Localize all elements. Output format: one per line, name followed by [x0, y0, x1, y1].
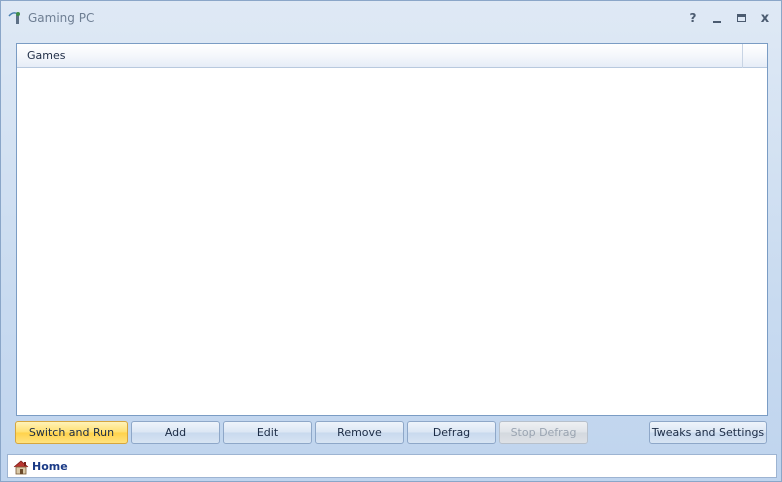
- title-bar[interactable]: Gaming PC ? x: [1, 1, 781, 37]
- stop-defrag-button: Stop Defrag: [499, 421, 588, 444]
- column-header-games[interactable]: Games: [17, 44, 743, 68]
- add-button[interactable]: Add: [131, 421, 220, 444]
- games-list-body[interactable]: [17, 69, 767, 415]
- help-button[interactable]: ?: [684, 9, 702, 27]
- edit-button[interactable]: Edit: [223, 421, 312, 444]
- minimize-button[interactable]: [708, 9, 726, 27]
- remove-button[interactable]: Remove: [315, 421, 404, 444]
- tweaks-and-settings-button[interactable]: Tweaks and Settings: [649, 421, 767, 444]
- window-title: Gaming PC: [28, 11, 95, 25]
- maximize-icon: [736, 14, 746, 22]
- games-list[interactable]: Games: [16, 43, 768, 416]
- help-icon: ?: [689, 11, 697, 25]
- home-icon: [13, 459, 29, 475]
- list-header: Games: [17, 44, 767, 68]
- defrag-button[interactable]: Defrag: [407, 421, 496, 444]
- app-window: Gaming PC ? x Games Switch and Run Add E…: [0, 0, 782, 482]
- breadcrumb-home[interactable]: Home: [32, 460, 68, 473]
- status-bar: Home: [7, 454, 777, 478]
- maximize-button[interactable]: [732, 9, 750, 27]
- minimize-icon: [713, 21, 721, 23]
- switch-and-run-button[interactable]: Switch and Run: [15, 421, 128, 444]
- gaming-pc-icon: [7, 10, 25, 26]
- close-icon: x: [760, 10, 770, 26]
- close-button[interactable]: x: [756, 9, 774, 27]
